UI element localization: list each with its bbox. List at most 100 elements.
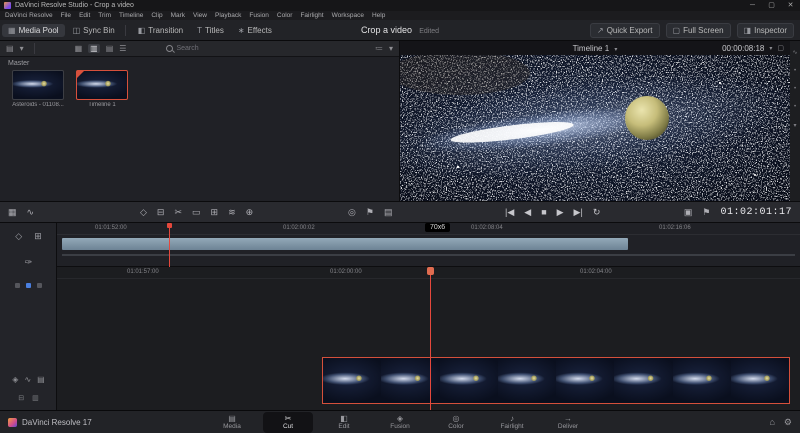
next-clip-icon[interactable]: ▶|	[574, 207, 583, 218]
menu-item-timeline[interactable]: Timeline	[119, 12, 143, 19]
loop-icon[interactable]: ↻	[593, 207, 601, 218]
audio-trim-icon[interactable]: ∿	[27, 207, 35, 218]
track-color-swatch[interactable]	[15, 283, 20, 288]
maximize-button[interactable]: ▢	[762, 0, 781, 11]
menu-item-workspace[interactable]: Workspace	[332, 12, 364, 19]
options-chevron-icon[interactable]: ▾	[389, 44, 393, 53]
tab-media[interactable]: ▤ Media	[207, 412, 257, 433]
mute-icon[interactable]: ∿	[24, 375, 31, 384]
step-back-icon[interactable]: ◀	[524, 207, 531, 218]
video-track-icon[interactable]: ▤	[37, 375, 45, 384]
tab-edit[interactable]: ◧ Edit	[319, 412, 369, 433]
strip-dot-icon[interactable]: •	[794, 104, 796, 110]
list-view-icon[interactable]: ☰	[119, 44, 126, 53]
flag-icon[interactable]: ⚑	[702, 207, 710, 218]
track-option-icon[interactable]: ▥	[32, 394, 39, 402]
settings-gear-icon[interactable]: ⚙	[784, 417, 792, 428]
ruler-timecode: 01:01:52:00	[95, 225, 127, 231]
app-version: DaVinci Resolve 17	[22, 417, 92, 427]
menu-item-color[interactable]: Color	[277, 12, 293, 19]
menu-item-playback[interactable]: Playback	[215, 12, 241, 19]
minimize-button[interactable]: ─	[743, 0, 762, 11]
strip-dot-icon[interactable]: •	[794, 68, 796, 74]
previous-clip-icon[interactable]: |◀	[505, 207, 514, 218]
range-tool-icon[interactable]: ⊞	[34, 231, 42, 242]
media-clip-asteroids[interactable]: Asteroids - 01108...	[12, 70, 64, 108]
strip-dot-icon[interactable]: •	[794, 86, 796, 92]
clip-frame-thumbnail	[672, 358, 731, 403]
menu-item-edit[interactable]: Edit	[79, 12, 90, 19]
project-manager-icon[interactable]: ⌂	[769, 417, 774, 427]
stop-icon[interactable]: ■	[541, 207, 546, 217]
effects-button[interactable]: ∗ Effects	[232, 24, 278, 37]
sort-icon[interactable]: ≔	[375, 44, 383, 53]
edit-tools-group: ◇ ⊟ ✂ ▭ ⊞ ≋ ⊕	[140, 202, 253, 222]
close-button[interactable]: ✕	[781, 0, 800, 11]
marker-icon[interactable]: ⚑	[366, 207, 374, 218]
overview-playhead[interactable]	[167, 223, 172, 267]
tab-cut[interactable]: ✂ Cut	[263, 412, 313, 433]
sync-bin-button[interactable]: ◫ Sync Bin	[67, 24, 121, 37]
snap-tool-icon[interactable]: ⊞	[211, 207, 219, 218]
media-pool-toggle-icon[interactable]: ▦	[8, 207, 17, 218]
menu-item-davinci-resolve[interactable]: DaVinci Resolve	[5, 12, 53, 19]
trim-tool-icon[interactable]: ⊟	[157, 207, 165, 218]
lock-icon[interactable]: ◈	[12, 375, 18, 384]
insert-tool-icon[interactable]: ⊕	[246, 207, 254, 218]
menu-item-clip[interactable]: Clip	[151, 12, 162, 19]
tab-fusion[interactable]: ◈ Fusion	[375, 412, 425, 433]
chevron-down-icon[interactable]: ▾	[20, 44, 24, 53]
pointer-tool-icon[interactable]: ◇	[15, 231, 22, 242]
media-pool-button[interactable]: ▦ Media Pool	[2, 23, 65, 37]
play-icon[interactable]: ▶	[557, 207, 564, 218]
monitor-icon[interactable]: ◎	[348, 207, 356, 218]
transition-button[interactable]: ◧ Transition	[132, 24, 189, 37]
transport-bar: ▦ ∿ ◇ ⊟ ✂ ▭ ⊞ ≋ ⊕ ◎ ⚑ ▤ |◀ ◀ ■ ▶ ▶| ↻ ▣ …	[0, 201, 800, 223]
menu-item-view[interactable]: View	[193, 12, 207, 19]
razor-tool-icon[interactable]: ✂	[174, 207, 182, 218]
tab-color[interactable]: ◎ Color	[431, 412, 481, 433]
audio-monitor-icon[interactable]: ∿	[792, 49, 797, 56]
camera-icon[interactable]: ▣	[684, 207, 693, 218]
ripple-tool-icon[interactable]: ▭	[192, 207, 201, 218]
grid-view-icon[interactable]: ▦	[75, 44, 83, 53]
page-tabs: ▤ Media ✂ Cut ◧ Edit ◈ Fusion ◎ Color ♪ …	[207, 412, 593, 433]
clip-thumbnail	[12, 70, 64, 100]
thumbnail-view-icon[interactable]: ▥	[88, 44, 100, 53]
track-option-icon[interactable]: ⊟	[18, 394, 24, 402]
menu-item-mark[interactable]: Mark	[171, 12, 185, 19]
bin-label[interactable]: Master	[8, 60, 29, 67]
inspector-button[interactable]: ◨ Inspector	[736, 22, 794, 38]
menu-item-file[interactable]: File	[61, 12, 71, 19]
media-page-icon: ▤	[228, 414, 236, 423]
strip-view-icon[interactable]: ▤	[106, 44, 114, 53]
titles-button[interactable]: T Titles	[191, 24, 230, 37]
cut-page-icon: ✂	[284, 414, 292, 423]
menu-item-fairlight[interactable]: Fairlight	[300, 12, 323, 19]
wave-tool-icon[interactable]: ≋	[228, 207, 236, 218]
tab-fairlight[interactable]: ♪ Fairlight	[487, 412, 537, 433]
overview-clip-bar[interactable]	[62, 238, 628, 250]
page-bar-right: ⌂ ⚙	[769, 411, 792, 433]
project-status: Edited	[419, 28, 440, 35]
timeline-overview[interactable]: 01:01:52:00 01:02:00:02 01:02:08:04 01:0…	[57, 223, 800, 267]
menu-item-help[interactable]: Help	[372, 12, 385, 19]
timeline-selector[interactable]: Timeline 1 ▾	[400, 44, 790, 53]
menu-item-trim[interactable]: Trim	[98, 12, 111, 19]
tab-deliver[interactable]: → Deliver	[543, 412, 593, 433]
track-color-swatch-active[interactable]	[26, 283, 31, 288]
track-color-swatch[interactable]	[37, 283, 42, 288]
track-view-icon[interactable]: ▤	[384, 207, 393, 218]
select-tool-icon[interactable]: ◇	[140, 207, 147, 218]
menu-item-fusion[interactable]: Fusion	[249, 12, 269, 19]
strip-chevron-icon[interactable]: ▾	[793, 122, 796, 129]
pen-tool-icon[interactable]: ✑	[25, 257, 33, 268]
timeline-main[interactable]: 01:01:57:00 01:02:00:00 01:02:04:00	[57, 267, 800, 410]
timeline-clip-selected[interactable]	[322, 357, 790, 404]
quick-export-button[interactable]: ↗ Quick Export	[590, 22, 660, 38]
timeline-playhead[interactable]	[427, 267, 434, 410]
full-screen-button[interactable]: ▢ Full Screen	[665, 22, 731, 38]
bin-film-icon[interactable]: ▤	[6, 44, 14, 53]
search-box[interactable]: Search	[166, 45, 199, 52]
media-clip-timeline-1[interactable]: Timeline 1	[76, 70, 128, 108]
